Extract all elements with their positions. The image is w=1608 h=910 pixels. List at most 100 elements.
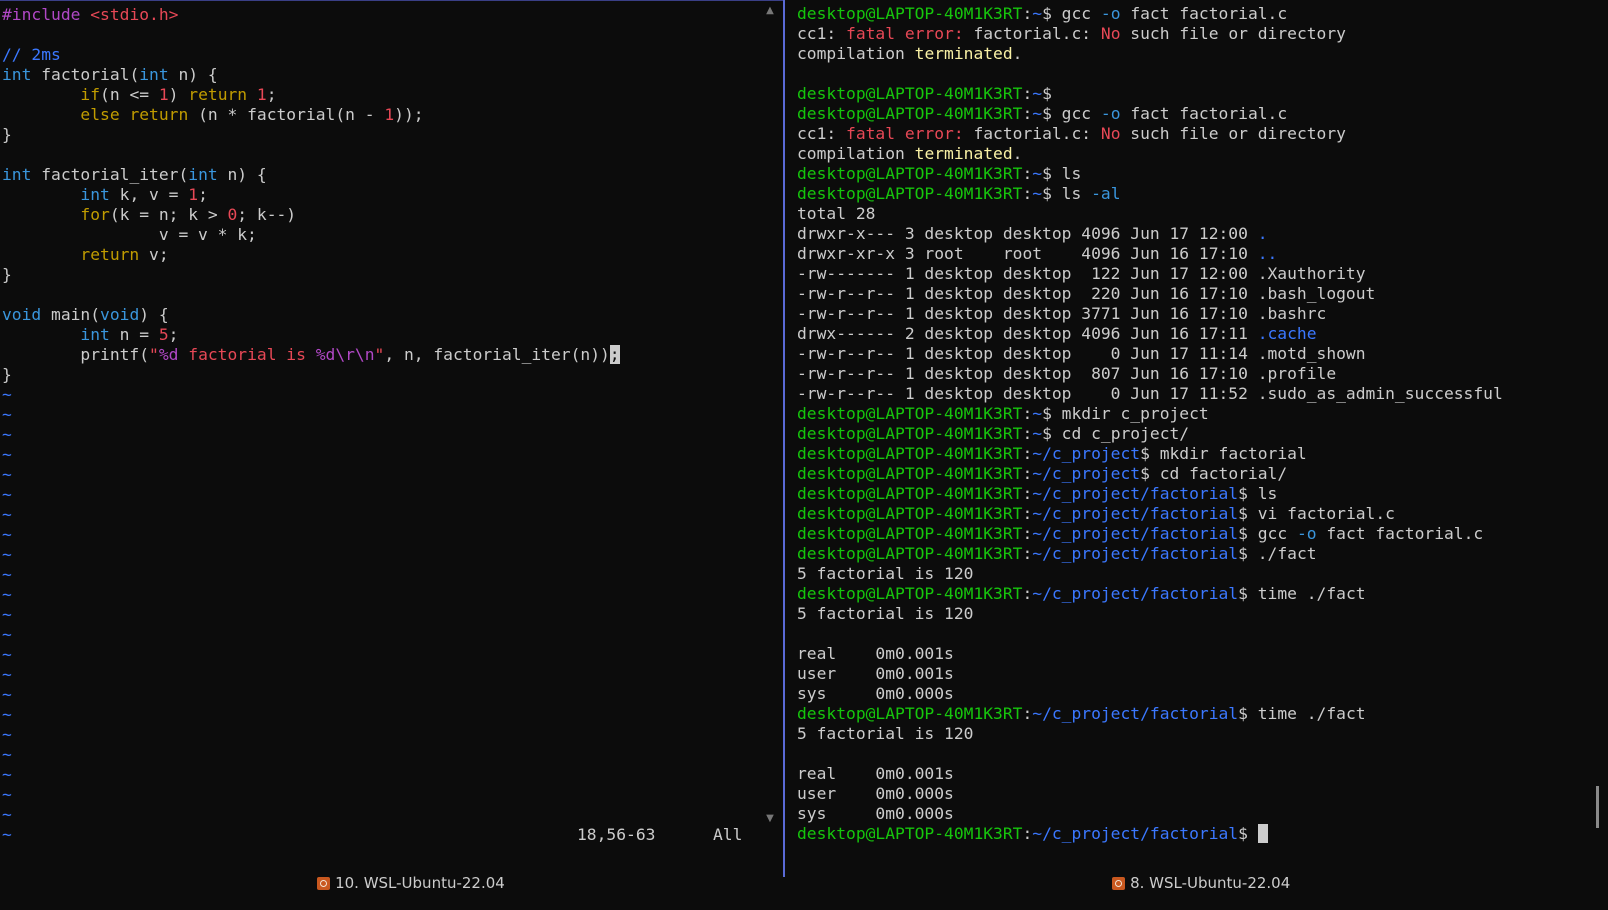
code-token: else — [80, 105, 120, 124]
terminal-line: desktop@LAPTOP-40M1K3RT:~$ ls — [797, 164, 1608, 184]
code-token: ~ — [2, 805, 12, 824]
vim-line: ~ — [2, 505, 783, 525]
code-token: 5 factorial is 120 — [797, 564, 974, 583]
code-token: : — [1022, 424, 1033, 443]
code-token: fatal error: — [846, 124, 974, 143]
terminal-line: desktop@LAPTOP-40M1K3RT:~/c_project/fact… — [797, 504, 1608, 524]
code-token: $ gcc — [1238, 524, 1297, 543]
code-token: total 28 — [797, 204, 876, 223]
code-token: drwxr-xr-x 3 root root 4096 Jun 16 17:10 — [797, 244, 1258, 263]
vim-line: ~ — [2, 605, 783, 625]
code-token: if — [80, 85, 101, 104]
code-token: )); — [394, 105, 424, 124]
code-token: ~ — [2, 825, 12, 844]
code-token: ) — [168, 85, 189, 104]
code-token: int — [80, 185, 110, 204]
code-token: $ gcc — [1042, 4, 1101, 23]
code-token: n) { — [168, 65, 218, 84]
vim-line: ~ — [2, 705, 783, 725]
code-token: main( — [41, 305, 101, 324]
terminal-pane[interactable]: desktop@LAPTOP-40M1K3RT:~$ gcc -o fact f… — [793, 0, 1608, 852]
vim-line: ~ — [2, 765, 783, 785]
terminal-line: -rw-r--r-- 1 desktop desktop 0 Jun 17 11… — [797, 384, 1608, 404]
vim-line: ~ — [2, 445, 783, 465]
code-token: ~ — [2, 425, 12, 444]
code-token: ~ — [2, 745, 12, 764]
tab-bar-right: 8. WSL-Ubuntu-22.04 — [793, 852, 1608, 892]
vim-line: ~ — [2, 465, 783, 485]
vim-pane[interactable]: #include <stdio.h>// 2ms int factorial(in… — [0, 0, 783, 853]
code-token: ~ — [2, 585, 12, 604]
vim-line: int factorial_iter(int n) { — [2, 165, 783, 185]
code-token: : — [1022, 444, 1033, 463]
code-token: : — [1022, 544, 1033, 563]
terminal-line: 5 factorial is 120 — [797, 604, 1608, 624]
code-token: void — [100, 305, 140, 324]
code-token: : — [1022, 504, 1033, 523]
code-token: desktop@LAPTOP-40M1K3RT — [797, 444, 1023, 463]
vim-line: ~ — [2, 665, 783, 685]
scroll-down-arrow-icon[interactable]: ▼ — [764, 813, 776, 825]
code-token: fact factorial.c — [1120, 104, 1288, 123]
code-token: 1 — [384, 105, 395, 124]
pane-divider[interactable] — [783, 0, 793, 877]
code-token: ~ — [2, 765, 12, 784]
code-token: desktop@LAPTOP-40M1K3RT — [797, 104, 1023, 123]
vim-line: ~ — [2, 825, 783, 845]
terminal-line: desktop@LAPTOP-40M1K3RT:~$ ls -al — [797, 184, 1608, 204]
code-token: $ vi factorial.c — [1238, 504, 1395, 523]
code-token: ~/c_project/factorial — [1032, 824, 1239, 843]
terminal-line: sys 0m0.000s — [797, 804, 1608, 824]
code-token: v = v * k; — [2, 225, 257, 244]
code-token: ; — [198, 185, 208, 204]
vim-line: ~ — [2, 725, 783, 745]
code-token: -rw-r--r-- 1 desktop desktop 0 Jun 17 11… — [797, 344, 1366, 363]
code-token: ~ — [2, 525, 12, 544]
code-token: compilation — [797, 44, 915, 63]
code-token: ; k--) — [237, 205, 297, 224]
code-token: " — [149, 345, 159, 364]
vim-line: ~ — [2, 585, 783, 605]
code-token: (k = n; k > — [109, 205, 228, 224]
code-token: desktop@LAPTOP-40M1K3RT — [797, 184, 1023, 203]
vim-line: ~ — [2, 805, 783, 825]
code-token: such file or directory — [1120, 124, 1346, 143]
vim-line: // 2ms — [2, 45, 783, 65]
code-token: return — [80, 245, 140, 264]
code-token: factorial_iter( — [31, 165, 189, 184]
terminal-line: -rw-r--r-- 1 desktop desktop 220 Jun 16 … — [797, 284, 1608, 304]
code-token: $ ls — [1042, 164, 1082, 183]
code-token: $ cd factorial/ — [1140, 464, 1288, 483]
vim-line: v = v * k; — [2, 225, 783, 245]
code-token: desktop@LAPTOP-40M1K3RT — [797, 824, 1023, 843]
terminal-line: desktop@LAPTOP-40M1K3RT:~$ gcc -o fact f… — [797, 104, 1608, 124]
code-token: such file or directory — [1120, 24, 1346, 43]
terminal-scrollbar-thumb[interactable] — [1596, 786, 1599, 828]
code-token: (n * factorial(n - — [188, 105, 385, 124]
code-token: terminated — [914, 44, 1013, 63]
code-token: int — [2, 165, 32, 184]
code-token: desktop@LAPTOP-40M1K3RT — [797, 504, 1023, 523]
code-token: v; — [139, 245, 169, 264]
tab-wsl-ubuntu-8[interactable]: 8. WSL-Ubuntu-22.04 — [1093, 856, 1290, 892]
scroll-up-arrow-icon[interactable]: ▲ — [764, 5, 776, 17]
code-token: k, v = — [109, 185, 189, 204]
code-token: 1 — [256, 85, 267, 104]
code-token: ~ — [2, 705, 12, 724]
tab-wsl-ubuntu-10[interactable]: 10. WSL-Ubuntu-22.04 — [298, 856, 505, 892]
terminal-line: desktop@LAPTOP-40M1K3RT:~/c_project/fact… — [797, 584, 1608, 604]
vim-pane-scrollbar[interactable]: ▲ ▼ — [764, 1, 776, 853]
vim-line: ~ — [2, 385, 783, 405]
code-token: fatal error: — [846, 24, 974, 43]
code-token: n) { — [217, 165, 267, 184]
code-token: } — [2, 125, 12, 144]
code-token: -rw-r--r-- 1 desktop desktop 0 Jun 17 11… — [797, 384, 1503, 403]
terminal-output[interactable]: desktop@LAPTOP-40M1K3RT:~$ gcc -o fact f… — [797, 4, 1608, 844]
vim-line: return v; — [2, 245, 783, 265]
code-token: return — [129, 105, 189, 124]
code-token: $ — [1238, 824, 1258, 843]
vim-editor-buffer[interactable]: #include <stdio.h>// 2ms int factorial(in… — [2, 5, 783, 845]
